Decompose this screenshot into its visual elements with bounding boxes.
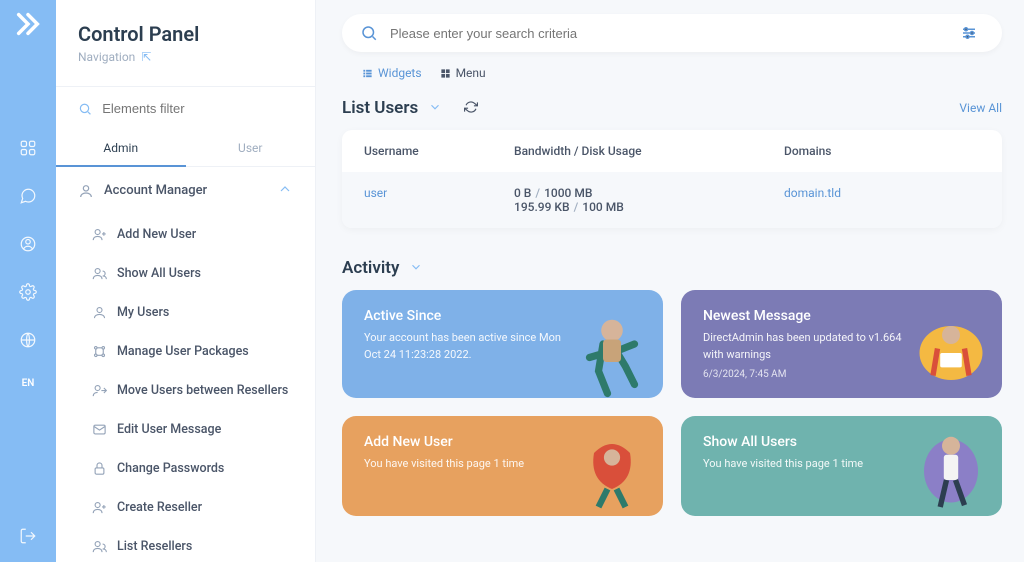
card-show-all-users[interactable]: Show All Users You have visited this pag…: [681, 416, 1002, 516]
sidebar-item-move-users[interactable]: Move Users between Resellers: [56, 371, 315, 410]
sidebar: Control Panel Navigation ⇱ Admin User Ac…: [56, 0, 316, 562]
chevron-up-icon: [277, 181, 293, 201]
gear-icon[interactable]: [18, 282, 38, 302]
main-content: Widgets Menu List Users View All Usernam…: [316, 0, 1024, 562]
sidebar-item-list-resellers[interactable]: List Resellers: [56, 527, 315, 562]
search-icon: [360, 24, 378, 42]
card-newest-message[interactable]: Newest Message DirectAdmin has been upda…: [681, 290, 1002, 398]
person-icon: [78, 183, 94, 199]
expand-icon[interactable]: ⇱: [141, 50, 151, 64]
illustration-person-running: [567, 308, 657, 398]
sidebar-section-label: Account Manager: [104, 183, 207, 198]
illustration-person-laptop: [906, 308, 996, 398]
search-icon: [78, 101, 92, 117]
logout-icon[interactable]: [18, 526, 38, 546]
user-icon[interactable]: [18, 234, 38, 254]
sidebar-item-create-reseller[interactable]: Create Reseller: [56, 488, 315, 527]
globe-icon[interactable]: [18, 330, 38, 350]
app-logo[interactable]: [14, 10, 42, 42]
user-link[interactable]: user: [364, 186, 387, 200]
chat-icon[interactable]: [18, 186, 38, 206]
th-domains: Domains: [784, 144, 980, 158]
sidebar-item-manage-user-packages[interactable]: Manage User Packages: [56, 332, 315, 371]
card-active-since[interactable]: Active Since Your account has been activ…: [342, 290, 663, 398]
subnav-menu[interactable]: Menu: [440, 66, 486, 80]
grid-icon: [440, 68, 451, 79]
sidebar-item-my-users[interactable]: My Users: [56, 293, 315, 332]
chevron-down-icon[interactable]: [428, 99, 442, 118]
dashboard-icon[interactable]: [18, 138, 38, 158]
sidebar-item-add-new-user[interactable]: Add New User: [56, 215, 315, 254]
table-row: user 0 B/1000 MB 195.99 KB/100 MB domain…: [342, 172, 1002, 228]
elements-filter-input[interactable]: [102, 101, 293, 116]
left-rail: EN: [0, 0, 56, 562]
searchbar[interactable]: [342, 14, 1002, 52]
page-subtitle: Navigation: [78, 50, 135, 64]
list-users-title: List Users: [342, 98, 418, 118]
list-icon: [362, 68, 373, 79]
subnav-widgets[interactable]: Widgets: [362, 66, 422, 80]
sidebar-item-edit-user-message[interactable]: Edit User Message: [56, 410, 315, 449]
illustration-person-sitting: [567, 426, 657, 516]
page-title: Control Panel: [78, 22, 293, 46]
refresh-icon[interactable]: [464, 99, 478, 118]
activity-title: Activity: [342, 258, 399, 278]
th-username: Username: [364, 144, 514, 158]
sliders-icon[interactable]: [960, 24, 978, 42]
card-add-new-user[interactable]: Add New User You have visited this page …: [342, 416, 663, 516]
language-label[interactable]: EN: [22, 378, 35, 389]
search-input[interactable]: [390, 26, 948, 41]
tab-admin[interactable]: Admin: [56, 131, 186, 167]
sidebar-item-show-all-users[interactable]: Show All Users: [56, 254, 315, 293]
sidebar-item-change-passwords[interactable]: Change Passwords: [56, 449, 315, 488]
sidebar-items: Add New User Show All Users My Users Man…: [56, 211, 315, 562]
illustration-person-walking: [906, 426, 996, 516]
tab-user[interactable]: User: [186, 131, 316, 167]
view-all-link[interactable]: View All: [959, 101, 1002, 115]
users-table: Username Bandwidth / Disk Usage Domains …: [342, 130, 1002, 228]
chevron-down-icon[interactable]: [409, 259, 423, 278]
sidebar-section-account-manager[interactable]: Account Manager: [56, 167, 315, 211]
domain-link[interactable]: domain.tld: [784, 186, 841, 200]
th-bandwidth: Bandwidth / Disk Usage: [514, 144, 784, 158]
